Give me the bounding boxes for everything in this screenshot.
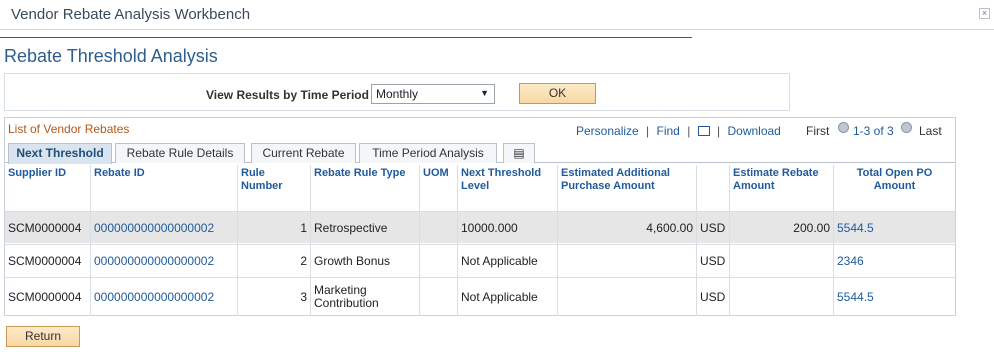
tab-next-threshold[interactable]: Next Threshold [8, 143, 112, 164]
rule-number-cell: 3 [238, 278, 311, 316]
currency-cell: USD [697, 245, 730, 277]
col-supplier-id[interactable]: Supplier ID [5, 165, 91, 211]
table-row: SCM0000004 000000000000000002 1 Retrospe… [5, 211, 955, 244]
previous-icon[interactable] [838, 122, 849, 133]
next-icon[interactable] [901, 122, 912, 133]
grid-title: List of Vendor Rebates [8, 122, 130, 136]
show-all-columns-icon[interactable]: ▤ [503, 143, 535, 163]
tab-current-rebate[interactable]: Current Rebate [251, 143, 356, 163]
col-rule-number[interactable]: Rule Number [238, 165, 311, 211]
window-title: Vendor Rebate Analysis Workbench [11, 6, 251, 23]
tab-rebate-rule-details[interactable]: Rebate Rule Details [115, 143, 245, 163]
open-po-link[interactable]: 2346 [834, 245, 955, 277]
range-text: 1-3 of 3 [853, 124, 894, 138]
col-next-threshold-level[interactable]: Next Threshold Level [458, 165, 558, 211]
separator: | [646, 124, 650, 138]
rebate-id-link[interactable]: 000000000000000002 [91, 245, 238, 277]
col-uom[interactable]: UOM [420, 165, 458, 211]
table-row: SCM0000004 000000000000000002 3 Marketin… [5, 277, 955, 316]
time-period-select[interactable]: Monthly ▼ [371, 84, 495, 104]
new-window-icon[interactable] [697, 126, 710, 136]
grid-header: List of Vendor Rebates Personalize | Fin… [5, 118, 955, 140]
time-period-label: View Results by Time Period [206, 88, 369, 102]
currency-cell: USD [697, 278, 730, 316]
rule-type-cell: Marketing Contribution [311, 278, 420, 316]
table-row: SCM0000004 000000000000000002 2 Growth B… [5, 244, 955, 277]
separator: | [687, 124, 691, 138]
grid-toolbar: Personalize | Find | | Download [576, 124, 781, 138]
est-rebate-cell [730, 278, 834, 316]
est-rebate-cell: 200.00 [730, 212, 834, 244]
uom-cell [420, 245, 458, 277]
col-currency [697, 165, 730, 211]
currency-cell: USD [697, 212, 730, 244]
separator: | [717, 124, 721, 138]
est-rebate-cell [730, 245, 834, 277]
uom-cell [420, 278, 458, 316]
ok-button[interactable]: OK [519, 83, 596, 104]
col-rebate-id[interactable]: Rebate ID [91, 165, 238, 211]
uom-cell [420, 212, 458, 244]
supplier-id-cell: SCM0000004 [5, 212, 91, 244]
rule-type-cell: Growth Bonus [311, 245, 420, 277]
download-link[interactable]: Download [727, 124, 780, 138]
est-add-purchase-cell: 4,600.00 [558, 212, 697, 244]
find-link[interactable]: Find [657, 124, 680, 138]
time-period-value: Monthly [376, 87, 419, 101]
return-button[interactable]: Return [6, 326, 80, 347]
open-po-link[interactable]: 5544.5 [834, 278, 955, 316]
vendor-rebates-grid: List of Vendor Rebates Personalize | Fin… [4, 117, 956, 316]
next-threshold-cell: 10000.000 [458, 212, 558, 244]
grid-tabs: Next Threshold Rebate Rule Details Curre… [5, 141, 955, 164]
title-divider [0, 37, 692, 38]
col-rebate-rule-type[interactable]: Rebate Rule Type [311, 165, 420, 211]
supplier-id-cell: SCM0000004 [5, 245, 91, 277]
rule-number-cell: 2 [238, 245, 311, 277]
last-link[interactable]: Last [919, 124, 942, 138]
next-threshold-cell: Not Applicable [458, 278, 558, 316]
page-title: Rebate Threshold Analysis [4, 46, 218, 66]
rebate-id-link[interactable]: 000000000000000002 [91, 278, 238, 316]
next-threshold-cell: Not Applicable [458, 245, 558, 277]
col-total-open-po[interactable]: Total Open PO Amount [834, 165, 955, 211]
open-po-link[interactable]: 5544.5 [834, 212, 955, 244]
dropdown-arrow-icon: ▼ [480, 88, 489, 98]
rule-number-cell: 1 [238, 212, 311, 244]
window-titlebar: Vendor Rebate Analysis Workbench × [0, 0, 994, 30]
personalize-link[interactable]: Personalize [576, 124, 639, 138]
first-link[interactable]: First [806, 124, 829, 138]
rule-type-cell: Retrospective [311, 212, 420, 244]
pagination: First [806, 124, 829, 138]
col-estimate-rebate-amount[interactable]: Estimate Rebate Amount [730, 165, 834, 211]
close-icon[interactable]: × [979, 8, 990, 19]
rebate-id-link[interactable]: 000000000000000002 [91, 212, 238, 244]
est-add-purchase-cell [558, 245, 697, 277]
tab-time-period-analysis[interactable]: Time Period Analysis [359, 143, 497, 163]
filter-panel: View Results by Time Period Monthly ▼ OK [4, 73, 790, 111]
est-add-purchase-cell [558, 278, 697, 316]
col-estimated-additional-purchase[interactable]: Estimated Additional Purchase Amount [558, 165, 697, 211]
supplier-id-cell: SCM0000004 [5, 278, 91, 316]
